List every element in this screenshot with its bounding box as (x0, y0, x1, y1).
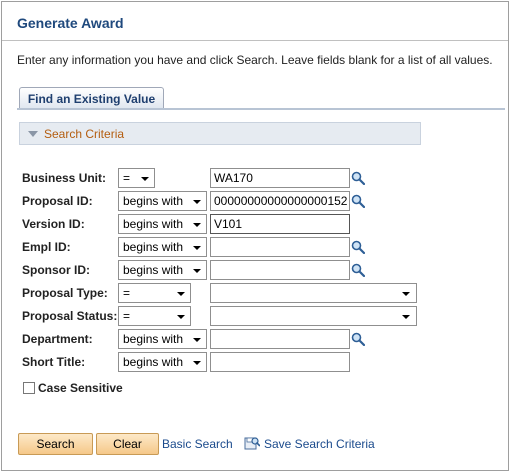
proposal-type-operator-value: = (123, 286, 131, 300)
tab-divider (17, 108, 505, 110)
sponsor-id-lookup-icon[interactable] (351, 263, 365, 277)
chevron-down-icon (193, 246, 201, 250)
empl-id-lookup-icon[interactable] (351, 240, 365, 254)
business-unit-operator-select[interactable]: = (118, 168, 155, 188)
department-label: Department: (22, 332, 93, 346)
instructions-text: Enter any information you have and click… (17, 53, 493, 67)
business-unit-lookup-icon[interactable] (351, 171, 365, 185)
search-criteria-header[interactable]: Search Criteria (19, 122, 421, 145)
search-page-frame: Generate Award Enter any information you… (1, 1, 509, 471)
chevron-down-icon (177, 292, 185, 296)
title-divider (2, 40, 508, 41)
collapse-triangle-icon[interactable] (28, 130, 38, 137)
page-title: Generate Award (17, 15, 124, 31)
proposal-type-operator-select[interactable]: = (118, 283, 191, 303)
sponsor-id-input[interactable] (210, 260, 350, 280)
search-button-label: Search (36, 437, 75, 451)
clear-button[interactable]: Clear (96, 433, 159, 455)
department-operator-value: begins with (123, 332, 184, 346)
short-title-input[interactable] (210, 352, 350, 372)
department-operator-select[interactable]: begins with (118, 329, 207, 349)
proposal-id-label: Proposal ID: (22, 194, 93, 208)
short-title-label: Short Title: (22, 355, 86, 369)
search-criteria-label: Search Criteria (44, 126, 125, 141)
chevron-down-icon (193, 200, 201, 204)
proposal-type-select[interactable] (210, 283, 417, 303)
chevron-down-icon (193, 269, 201, 273)
proposal-id-input[interactable]: 00000000000000000152 (210, 191, 350, 211)
empl-id-operator-value: begins with (123, 240, 184, 254)
sponsor-id-operator-value: begins with (123, 263, 184, 277)
proposal-status-operator-select[interactable]: = (118, 306, 191, 326)
sponsor-id-operator-select[interactable]: begins with (118, 260, 207, 280)
empl-id-input[interactable] (210, 237, 350, 257)
chevron-down-icon (402, 315, 410, 319)
save-search-icon[interactable] (244, 435, 260, 451)
chevron-down-icon (402, 292, 410, 296)
proposal-id-lookup-icon[interactable] (351, 194, 365, 208)
proposal-status-select[interactable] (210, 306, 417, 326)
business-unit-operator-value: = (123, 171, 131, 185)
chevron-down-icon (193, 223, 201, 227)
proposal-status-operator-value: = (123, 309, 131, 323)
sponsor-id-label: Sponsor ID: (22, 263, 90, 277)
short-title-operator-select[interactable]: begins with (118, 352, 207, 372)
case-sensitive-label: Case Sensitive (38, 381, 123, 395)
tab-find-existing-value[interactable]: Find an Existing Value (19, 87, 164, 109)
empl-id-operator-select[interactable]: begins with (118, 237, 207, 257)
version-id-label: Version ID: (22, 217, 85, 231)
chevron-down-icon (177, 315, 185, 319)
version-id-operator-select[interactable]: begins with (118, 214, 207, 234)
search-button[interactable]: Search (18, 433, 93, 455)
clear-button-label: Clear (113, 437, 142, 451)
chevron-down-icon (193, 338, 201, 342)
department-lookup-icon[interactable] (351, 332, 365, 346)
chevron-down-icon (141, 177, 149, 181)
version-id-operator-value: begins with (123, 217, 184, 231)
case-sensitive-checkbox[interactable] (23, 382, 35, 394)
business-unit-label: Business Unit: (22, 171, 107, 185)
short-title-operator-value: begins with (123, 355, 184, 369)
proposal-status-label: Proposal Status: (22, 309, 118, 323)
chevron-down-icon (193, 361, 201, 365)
basic-search-link[interactable]: Basic Search (162, 437, 233, 451)
department-input[interactable] (210, 329, 350, 349)
business-unit-input[interactable]: WA170 (210, 168, 350, 188)
tab-label: Find an Existing Value (27, 91, 156, 106)
empl-id-label: Empl ID: (22, 240, 71, 254)
save-search-criteria-link[interactable]: Save Search Criteria (264, 437, 375, 451)
proposal-id-operator-value: begins with (123, 194, 184, 208)
version-id-input[interactable]: V101 (210, 214, 350, 234)
proposal-type-label: Proposal Type: (22, 286, 108, 300)
proposal-id-operator-select[interactable]: begins with (118, 191, 207, 211)
